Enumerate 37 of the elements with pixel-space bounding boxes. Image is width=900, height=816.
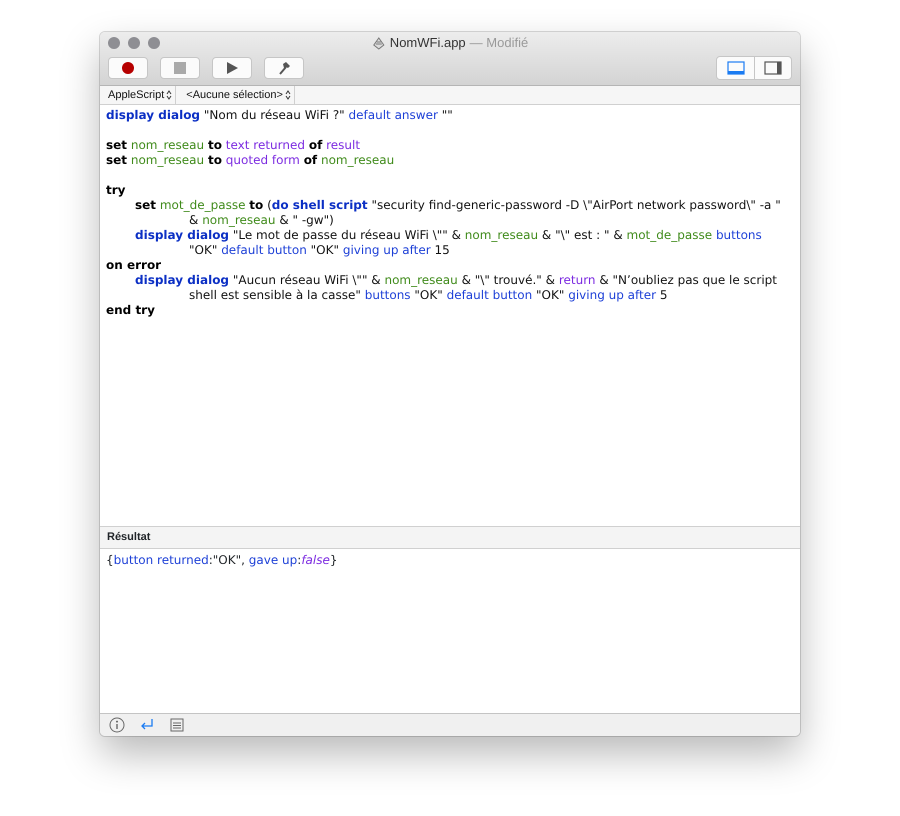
info-icon — [109, 717, 125, 733]
record-button[interactable] — [108, 57, 148, 79]
code-line: try — [106, 183, 126, 198]
result-heading: Résultat — [107, 530, 150, 546]
stop-icon — [173, 61, 187, 75]
list-icon — [169, 717, 185, 733]
side-pane-icon — [764, 61, 782, 75]
result-text: {button returned:"OK", gave up:false} — [106, 553, 339, 568]
script-file-icon — [372, 36, 386, 50]
code-line: shell est sensible à la casse" buttons "OK" default button "OK" giving up after 5 — [188, 288, 669, 303]
run-button[interactable] — [212, 57, 252, 79]
compile-button[interactable] — [264, 57, 304, 79]
code-line: set mot_de_passe to (do shell script "security find-generic-password -D \"AirPort network password\" -a " — [134, 198, 782, 213]
bottom-pane-icon — [726, 61, 744, 75]
record-icon — [121, 61, 135, 75]
code-line: & nom_reseau & " -gw") — [188, 213, 335, 228]
code-line: set nom_reseau to quoted form of nom_reseau — [106, 153, 396, 168]
zoom-button[interactable] — [148, 37, 160, 49]
code-line: display dialog "Le mot de passe du réseau WiFi \"" & nom_reseau & "\" est : " & mot_de_passe buttons — [134, 228, 763, 243]
code-line: on error — [106, 258, 162, 273]
description-button[interactable] — [169, 717, 185, 733]
view-toggle[interactable] — [716, 56, 792, 80]
run-icon — [225, 61, 239, 75]
document-status: — Modifié — [470, 34, 528, 52]
code-line: "OK" default button "OK" giving up after 15 — [188, 243, 451, 258]
navigation-popup[interactable]: <Aucune sélection> — [176, 86, 295, 104]
code-line: display dialog "Nom du réseau WiFi ?" default answer "" — [106, 108, 454, 123]
chevron-updown-icon — [166, 90, 172, 100]
event-log-button[interactable] — [109, 717, 125, 733]
chevron-updown-icon — [284, 90, 291, 100]
code-line: set nom_reseau to text returned of result — [106, 138, 362, 153]
code-line: display dialog "Aucun réseau WiFi \"" & nom_reseau & "\" trouvé." & return & "N’oubliez pas que le script — [134, 273, 778, 288]
language-popup[interactable]: AppleScript — [100, 86, 176, 104]
code-line: end try — [106, 303, 156, 318]
close-button[interactable] — [108, 37, 120, 49]
window-title: NomWFi.app — [390, 34, 466, 52]
minimize-button[interactable] — [128, 37, 140, 49]
